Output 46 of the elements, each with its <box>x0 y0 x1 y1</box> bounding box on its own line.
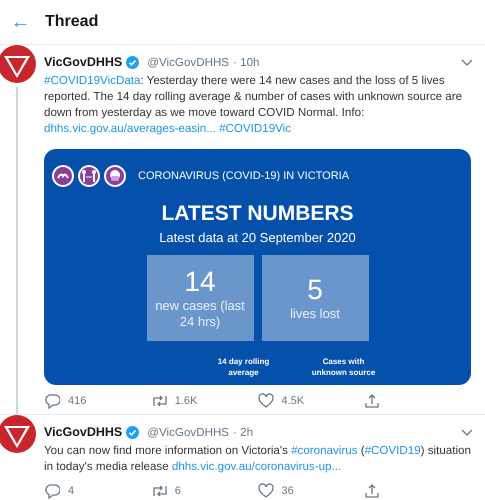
author-name[interactable]: VicGovDHHS <box>44 53 122 72</box>
tweet-link[interactable]: dhhs.vic.gov.au/averages-easin... <box>44 122 216 135</box>
card-label: Cases with unknown source <box>310 357 376 378</box>
tweet-time: · 2h <box>233 424 254 441</box>
tweet-link[interactable]: #coronavirus <box>291 444 358 457</box>
tweet-link[interactable]: #COVID19 <box>364 444 421 457</box>
retweet-count: 6 <box>174 484 181 499</box>
stat-value: 5 <box>307 275 323 306</box>
like-count: 36 <box>282 484 294 499</box>
page-title: Thread <box>45 12 98 32</box>
share-icon[interactable] <box>364 483 380 500</box>
heart-icon[interactable] <box>258 393 274 409</box>
like-count: 4.5K <box>282 394 304 409</box>
avatar-icon[interactable] <box>0 45 36 83</box>
face-mask-icon <box>104 164 126 187</box>
verified-icon <box>126 56 140 69</box>
retweet-count: 1.6K <box>174 394 198 409</box>
verified-icon <box>126 426 140 440</box>
stat-label: lives lost <box>290 306 340 322</box>
stat-label: new cases (last 24 hrs) <box>154 298 246 330</box>
tweet-link[interactable]: dhhs.vic.gov.au/coronavirus-up... <box>172 460 342 473</box>
two-people-icon <box>78 164 100 187</box>
reply-count: 4 <box>68 484 74 499</box>
tweet-time: · 10h <box>233 54 260 71</box>
share-icon[interactable] <box>364 393 380 409</box>
tweet-link[interactable]: #COVID19Vic <box>219 122 292 135</box>
tweet-text: #COVID19VicData: Yesterday there were 14 new cases and the loss of 5 lives reported. The 14 day rolling average & number of cases with unknown source are down from yesterday as we move toward COVID Normal. Info: dhhs.vic.gov.au/averages-easin... #COVID19Vic <box>44 72 464 137</box>
card-subheading: Latest data at 20 September 2020 <box>159 228 356 247</box>
author-handle[interactable]: @VicGovDHHS <box>147 54 230 72</box>
avatar-icon[interactable] <box>0 415 36 454</box>
author-handle[interactable]: @VicGovDHHS <box>147 424 230 442</box>
card-heading: LATEST NUMBERS <box>161 202 354 224</box>
retweet-icon[interactable] <box>150 393 167 409</box>
reply-count: 416 <box>68 394 86 409</box>
stat-value: 14 <box>184 267 216 298</box>
author-name[interactable]: VicGovDHHS <box>44 423 122 442</box>
heart-icon[interactable] <box>258 483 274 500</box>
banner-text: CORONAVIRUS (COVID-19) IN VICTORIA <box>138 168 350 184</box>
card-label: 14 day rolling average <box>216 357 270 378</box>
reply-icon[interactable] <box>44 483 60 500</box>
tweet-text: You can now find more information on Victoria's #coronavirus (#COVID19) situation in today's media release dhhs.vic.gov.au/coronavirus-up... <box>44 443 471 475</box>
back-button[interactable]: ← <box>0 11 45 33</box>
reply-icon[interactable] <box>44 393 60 409</box>
chevron-icon[interactable] <box>461 59 473 67</box>
tweet-link[interactable]: #COVID19VicData <box>44 74 140 87</box>
chevron-icon[interactable] <box>461 429 473 438</box>
